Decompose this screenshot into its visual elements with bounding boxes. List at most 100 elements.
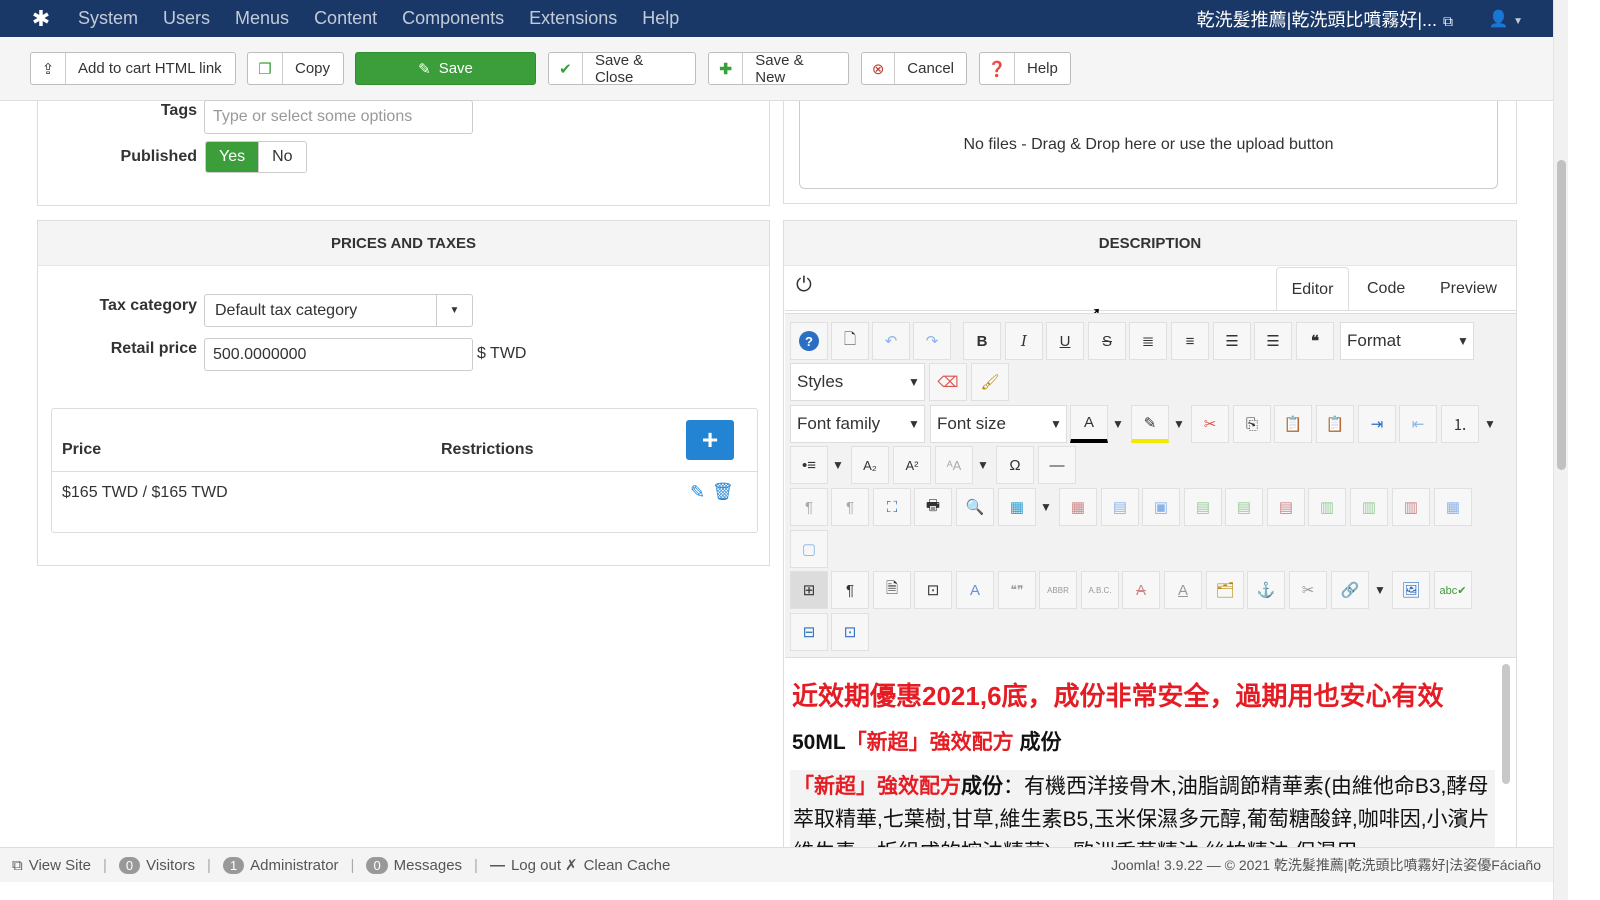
subscript-icon[interactable]: A₂ bbox=[851, 446, 889, 484]
delete-column-icon[interactable]: ▥ bbox=[1392, 488, 1430, 526]
visitors-link[interactable]: 0 Visitors bbox=[118, 856, 195, 874]
align-center-icon[interactable]: ≡ bbox=[1171, 322, 1209, 360]
superscript-icon[interactable]: A² bbox=[893, 446, 931, 484]
delete-table-icon[interactable]: ▦ bbox=[1059, 488, 1097, 526]
link-icon[interactable]: 🔗 bbox=[1331, 571, 1369, 609]
save-new-button[interactable]: ✚ Save & New bbox=[708, 52, 849, 86]
tax-category-select[interactable]: Default tax category ▼ bbox=[204, 294, 473, 327]
paste-icon[interactable]: 📋 bbox=[1274, 405, 1312, 443]
caret-down-icon[interactable]: ▼ bbox=[1170, 405, 1188, 443]
menu-components[interactable]: Components bbox=[402, 8, 504, 29]
align-right-icon[interactable]: ☰ bbox=[1254, 322, 1292, 360]
abbr-icon[interactable]: ABBR bbox=[1039, 571, 1077, 609]
edit-price-icon[interactable]: ✎ bbox=[690, 482, 705, 503]
numbered-list-icon[interactable]: ⒈ bbox=[1441, 405, 1479, 443]
show-blocks-icon[interactable]: ¶ bbox=[831, 571, 869, 609]
joomla-logo-icon[interactable]: ✱ bbox=[20, 6, 62, 32]
power-toggle-icon[interactable]: ⏻ bbox=[796, 274, 812, 297]
align-left-icon[interactable]: ☰ bbox=[1213, 322, 1251, 360]
table-cell-props-icon[interactable]: ▣ bbox=[1142, 488, 1180, 526]
attributes-icon[interactable]: 🗂 bbox=[1206, 571, 1244, 609]
merge-cells-icon[interactable]: ▦ bbox=[1434, 488, 1472, 526]
page-break-icon[interactable]: ⊟ bbox=[790, 613, 828, 651]
published-toggle[interactable]: Yes No bbox=[205, 141, 307, 173]
styles-select[interactable]: Styles ▼ bbox=[790, 363, 925, 401]
underline-icon[interactable]: U bbox=[1046, 322, 1084, 360]
delete-price-icon[interactable]: 🗑 bbox=[712, 482, 734, 502]
print-icon[interactable]: 🖶 bbox=[914, 488, 952, 526]
cancel-button[interactable]: ⊗ Cancel bbox=[861, 52, 967, 85]
font-size-select[interactable]: Font size ▼ bbox=[930, 405, 1067, 443]
administrator-link[interactable]: 1 Administrator bbox=[222, 856, 339, 874]
caret-down-icon[interactable]: ▼ bbox=[1371, 571, 1389, 609]
bullet-list-icon[interactable]: •≡ bbox=[790, 446, 828, 484]
insert-row-before-icon[interactable]: ▤ bbox=[1184, 488, 1222, 526]
user-menu[interactable]: 👤 ▼ bbox=[1489, 9, 1523, 29]
tab-code[interactable]: Code bbox=[1353, 267, 1419, 311]
split-cells-icon[interactable]: ▢ bbox=[790, 530, 828, 568]
search-replace-icon[interactable]: 🔍 bbox=[956, 488, 994, 526]
delete-text-icon[interactable]: A bbox=[1122, 571, 1160, 609]
redo-icon[interactable]: ↷ bbox=[913, 322, 951, 360]
save-button[interactable]: ✎ Save bbox=[355, 52, 536, 85]
page-scrollbar[interactable] bbox=[1553, 0, 1568, 900]
menu-users[interactable]: Users bbox=[163, 8, 210, 29]
caret-down-icon[interactable]: ▼ bbox=[974, 446, 992, 484]
template-icon[interactable]: 🗎 bbox=[873, 571, 911, 609]
insert-column-after-icon[interactable]: ▥ bbox=[1350, 488, 1388, 526]
text-color-icon[interactable]: A bbox=[1070, 405, 1108, 443]
visual-aid-icon[interactable]: ⊞ bbox=[790, 571, 828, 609]
text-direction-icon[interactable]: ᴬA bbox=[935, 446, 973, 484]
delete-row-icon[interactable]: ▤ bbox=[1267, 488, 1305, 526]
undo-icon[interactable]: ↶ bbox=[872, 322, 910, 360]
style-props-icon[interactable]: A bbox=[956, 571, 994, 609]
font-family-select[interactable]: Font family ▼ bbox=[790, 405, 925, 443]
anchor-icon[interactable]: ⚓ bbox=[1247, 571, 1285, 609]
format-select[interactable]: Format ▼ bbox=[1340, 322, 1474, 360]
blockquote-icon[interactable]: ❝ bbox=[1296, 322, 1334, 360]
messages-link[interactable]: 0 Messages bbox=[366, 856, 462, 874]
insert-row-after-icon[interactable]: ▤ bbox=[1225, 488, 1263, 526]
brush-icon[interactable]: 🖌 bbox=[971, 363, 1009, 401]
nonbreaking-icon[interactable]: ⊡ bbox=[914, 571, 952, 609]
bold-icon[interactable]: B bbox=[963, 322, 1001, 360]
help-button[interactable]: ❓ Help bbox=[979, 52, 1071, 85]
retail-price-input[interactable]: 500.0000000 bbox=[204, 338, 473, 371]
paste-text-icon[interactable]: 📋 bbox=[1316, 405, 1354, 443]
help-icon[interactable]: ? bbox=[790, 322, 828, 360]
fullscreen-icon[interactable]: ⛶ bbox=[873, 488, 911, 526]
spellcheck-icon[interactable]: abc✔ bbox=[1434, 571, 1472, 609]
special-character-icon[interactable]: Ω bbox=[996, 446, 1034, 484]
insert-table-icon[interactable]: ▦ bbox=[998, 488, 1036, 526]
indent-icon[interactable]: ⇥ bbox=[1358, 405, 1396, 443]
editor-scrollbar[interactable] bbox=[1502, 664, 1510, 784]
caret-down-icon[interactable]: ▼ bbox=[1481, 405, 1499, 443]
editor-content[interactable]: 近效期優惠2021,6底，成份非常安全，過期用也安心有效 50ML「新超」強效配… bbox=[785, 658, 1516, 848]
view-site-link[interactable]: ⧉ View Site bbox=[12, 857, 91, 874]
copy-button[interactable]: ❐ Copy bbox=[247, 52, 344, 85]
add-to-cart-html-link-button[interactable]: ⇪ Add to cart HTML link bbox=[30, 52, 236, 85]
read-more-icon[interactable]: ⊡ bbox=[831, 613, 869, 651]
horizontal-rule-icon[interactable]: — bbox=[1038, 446, 1076, 484]
acronym-icon[interactable]: A.B.C. bbox=[1081, 571, 1119, 609]
ltr-icon[interactable]: ¶ bbox=[790, 488, 828, 526]
menu-extensions[interactable]: Extensions bbox=[529, 8, 617, 29]
logout-link[interactable]: — Log out bbox=[490, 857, 561, 874]
italic-icon[interactable]: I bbox=[1005, 322, 1043, 360]
cite-icon[interactable]: ❝❞ bbox=[998, 571, 1036, 609]
page-scrollbar-thumb[interactable] bbox=[1557, 160, 1566, 470]
tab-preview[interactable]: Preview bbox=[1426, 267, 1511, 311]
menu-menus[interactable]: Menus bbox=[235, 8, 289, 29]
insert-column-before-icon[interactable]: ▥ bbox=[1308, 488, 1346, 526]
unlink-icon[interactable]: ✂ bbox=[1289, 571, 1327, 609]
image-icon[interactable]: 🖼 bbox=[1392, 571, 1430, 609]
menu-help[interactable]: Help bbox=[642, 8, 679, 29]
published-yes-option[interactable]: Yes bbox=[206, 142, 259, 172]
add-price-button[interactable]: + bbox=[686, 420, 734, 460]
table-row-props-icon[interactable]: ▤ bbox=[1101, 488, 1139, 526]
insert-text-icon[interactable]: A bbox=[1164, 571, 1202, 609]
copy-icon[interactable]: ⎘ bbox=[1233, 405, 1271, 443]
new-document-icon[interactable]: 🗋 bbox=[831, 322, 869, 360]
published-no-option[interactable]: No bbox=[258, 142, 306, 172]
menu-system[interactable]: System bbox=[78, 8, 138, 29]
